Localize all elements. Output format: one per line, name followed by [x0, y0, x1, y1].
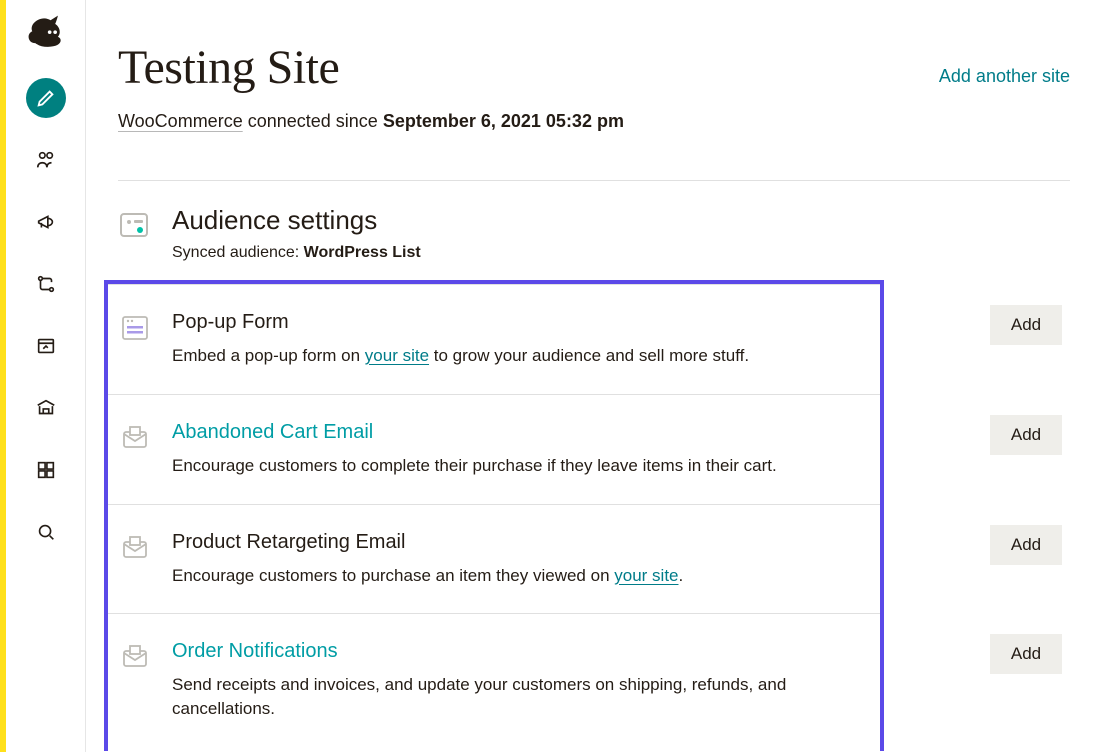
your-site-link[interactable]: your site — [365, 346, 429, 365]
content-icon — [35, 397, 57, 419]
platform-link[interactable]: WooCommerce — [118, 111, 243, 131]
sidebar — [6, 0, 86, 752]
journey-icon — [35, 273, 57, 295]
connected-text: connected since — [248, 111, 378, 131]
product-retargeting-title: Product Retargeting Email — [172, 531, 868, 554]
add-retarget-button[interactable]: Add — [990, 525, 1062, 565]
row-abandoned-cart: Abandoned Cart Email Encourage customers… — [108, 394, 880, 504]
main-content: Testing Site Add another site WooCommerc… — [86, 0, 1098, 752]
pencil-icon — [35, 87, 57, 109]
audience-settings-title: Audience settings — [172, 205, 421, 236]
website-icon — [35, 335, 57, 357]
email-icon — [120, 642, 150, 672]
abandoned-cart-desc: Encourage customers to complete their pu… — [172, 454, 868, 478]
row-order-notifications: Order Notifications Send receipts and in… — [108, 613, 880, 731]
synced-audience: Synced audience: WordPress List — [172, 244, 421, 262]
popup-form-desc: Embed a pop-up form on your site to grow… — [172, 344, 868, 368]
popup-form-title: Pop-up Form — [172, 311, 868, 334]
abandoned-cart-title[interactable]: Abandoned Cart Email — [172, 421, 868, 444]
row-popup-form: Pop-up Form Embed a pop-up form on your … — [108, 284, 880, 394]
connected-date: September 6, 2021 05:32 pm — [383, 111, 624, 131]
synced-value: WordPress List — [304, 244, 421, 261]
add-abandoned-button[interactable]: Add — [990, 415, 1062, 455]
your-site-link[interactable]: your site — [614, 566, 678, 585]
brand-logo[interactable] — [24, 12, 68, 56]
nav-campaigns[interactable] — [26, 202, 66, 242]
page-title: Testing Site — [118, 40, 339, 95]
connection-status: WooCommerce connected since September 6,… — [118, 111, 1070, 132]
add-another-site-link[interactable]: Add another site — [939, 66, 1070, 87]
audience-icon — [35, 149, 57, 171]
nav-content[interactable] — [26, 388, 66, 428]
synced-label: Synced audience: — [172, 244, 299, 261]
order-notifications-title[interactable]: Order Notifications — [172, 640, 868, 663]
email-icon — [120, 423, 150, 453]
nav-search[interactable] — [26, 512, 66, 552]
highlighted-section: Pop-up Form Embed a pop-up form on your … — [104, 280, 884, 751]
nav-create[interactable] — [26, 78, 66, 118]
freddie-icon — [24, 12, 68, 56]
nav-integrations[interactable] — [26, 450, 66, 490]
settings-card-icon — [118, 209, 150, 241]
row-product-retargeting: Product Retargeting Email Encourage cust… — [108, 504, 880, 614]
audience-settings-header: Audience settings Synced audience: WordP… — [118, 181, 1070, 280]
nav-automations[interactable] — [26, 264, 66, 304]
search-icon — [35, 521, 57, 543]
form-icon — [120, 313, 150, 343]
order-notifications-desc: Send receipts and invoices, and update y… — [172, 673, 868, 721]
email-icon — [120, 533, 150, 563]
nav-audience[interactable] — [26, 140, 66, 180]
add-orders-button[interactable]: Add — [990, 634, 1062, 674]
megaphone-icon — [35, 211, 57, 233]
grid-icon — [35, 459, 57, 481]
product-retargeting-desc: Encourage customers to purchase an item … — [172, 564, 868, 588]
add-popup-button[interactable]: Add — [990, 305, 1062, 345]
nav-website[interactable] — [26, 326, 66, 366]
